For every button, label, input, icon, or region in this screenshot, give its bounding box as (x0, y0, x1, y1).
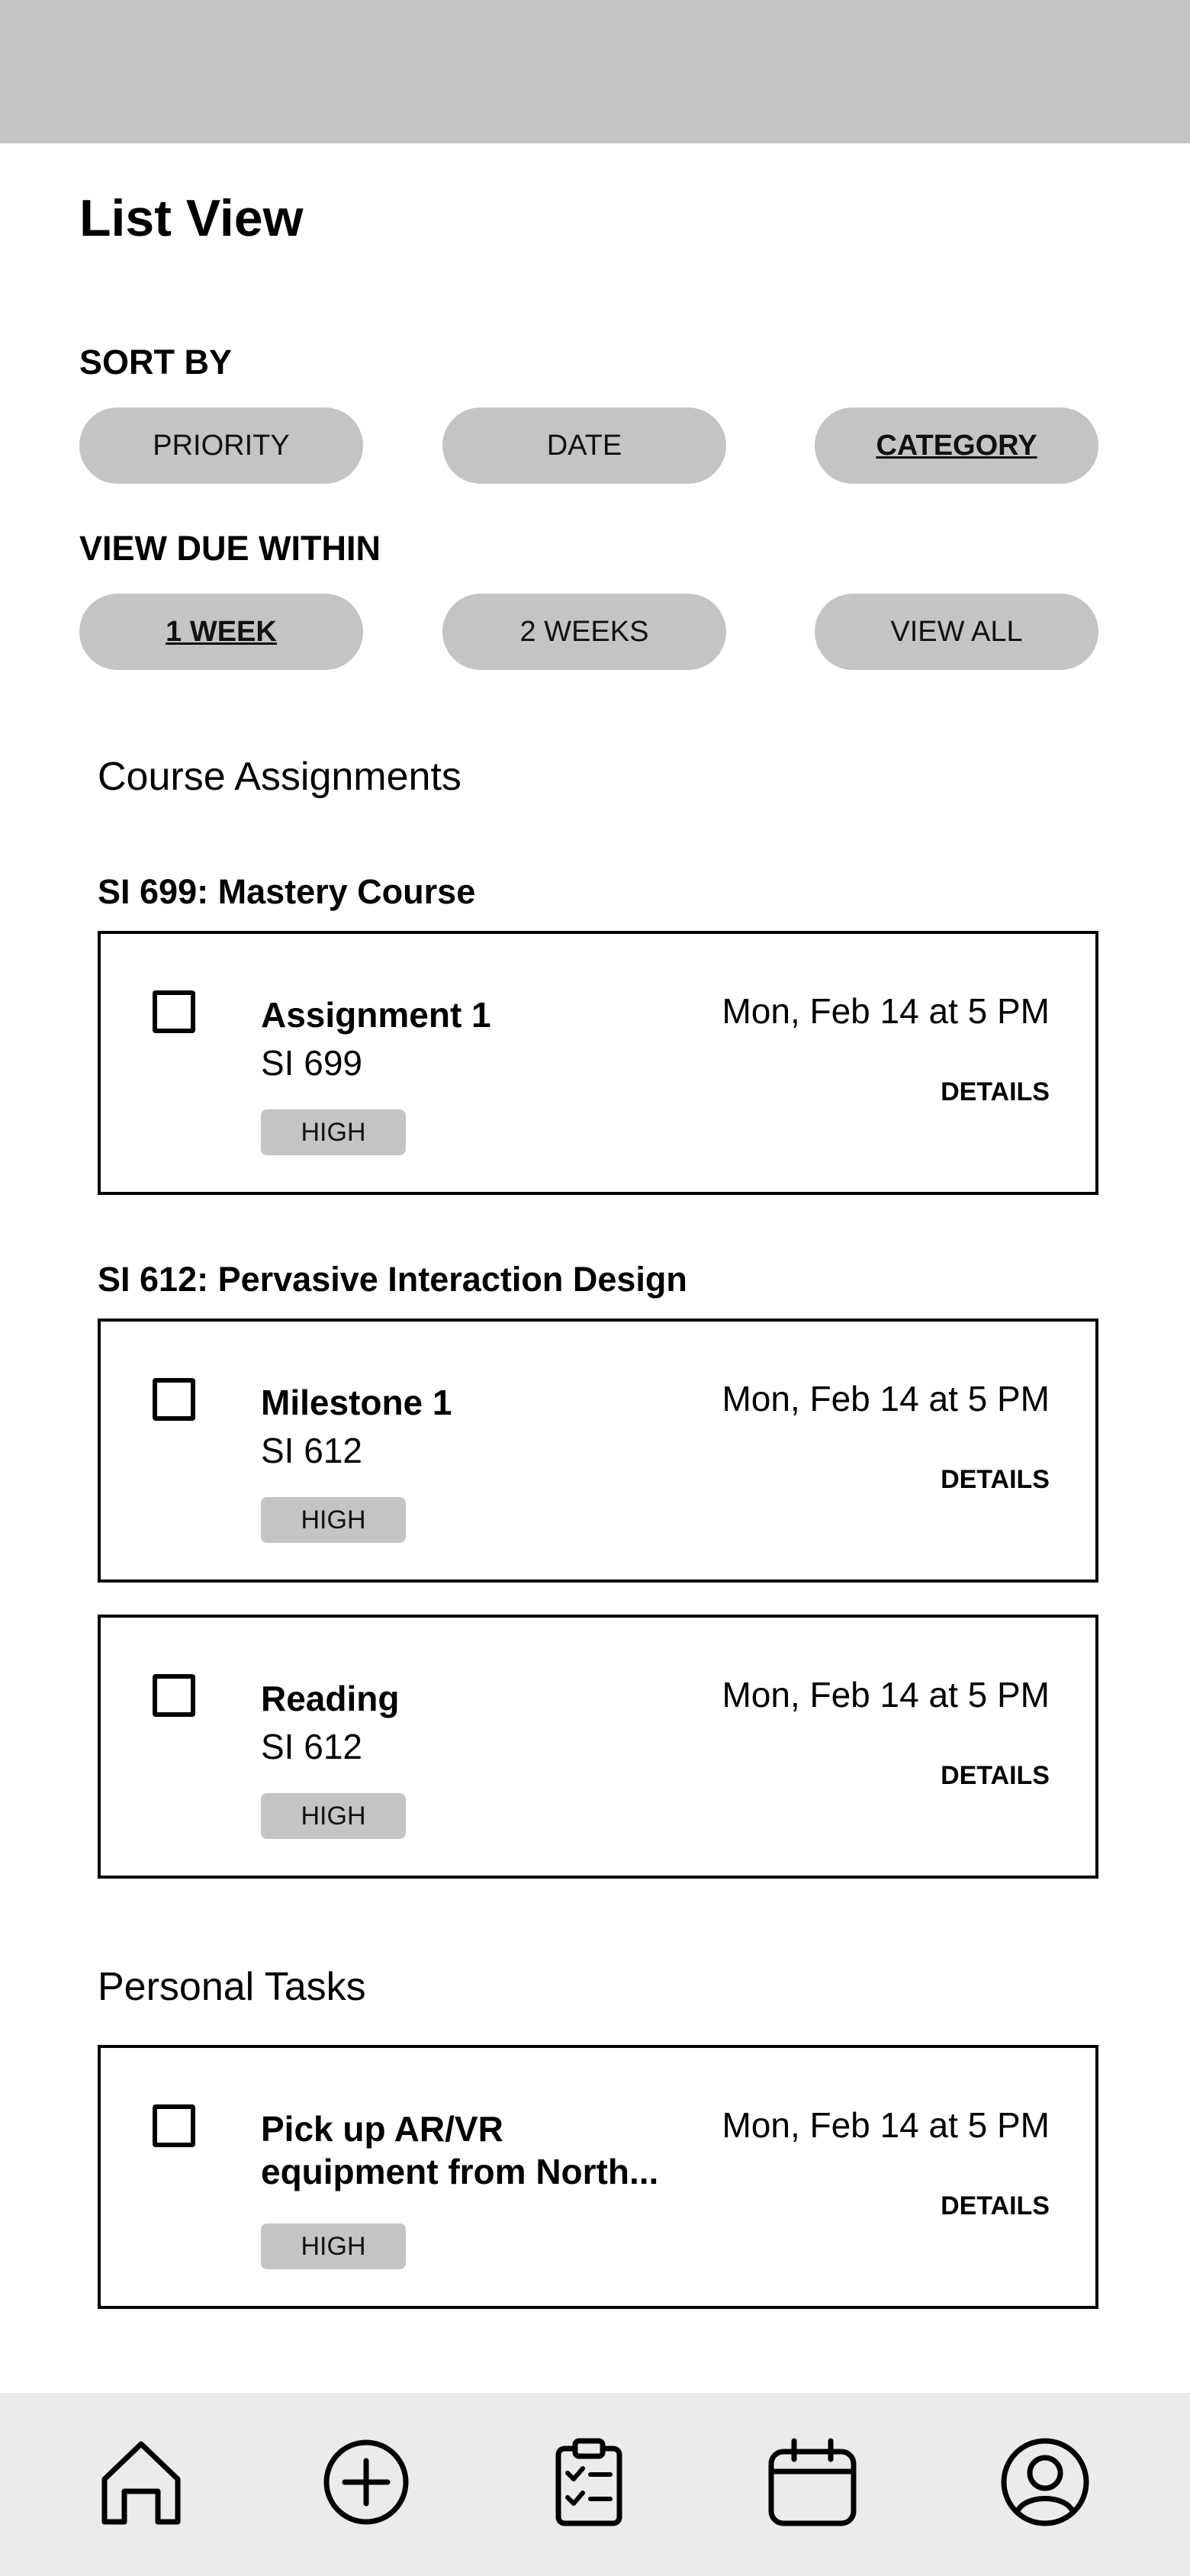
sort-category-button[interactable]: CATEGORY (815, 407, 1098, 484)
clipboard-checklist-icon (555, 2438, 622, 2526)
task-due-date: Mon, Feb 14 at 5 PM (722, 1379, 1050, 1418)
course-heading-si699: SI 699: Mastery Course (98, 872, 476, 911)
task-checkbox[interactable] (153, 990, 195, 1033)
home-icon (101, 2441, 181, 2525)
personal-tasks-heading: Personal Tasks (98, 1965, 366, 2009)
due-1-week-button[interactable]: 1 WEEK (79, 594, 363, 670)
nav-add-button[interactable] (317, 2433, 416, 2532)
task-course: SI 612 (261, 1431, 362, 1470)
task-title: Milestone 1 (261, 1383, 452, 1422)
task-due-date: Mon, Feb 14 at 5 PM (722, 1675, 1050, 1715)
task-card-reading: Reading SI 612 HIGH Mon, Feb 14 at 5 PM … (98, 1615, 1098, 1879)
task-details-link[interactable]: DETAILS (941, 1079, 1050, 1105)
task-card-milestone-1: Milestone 1 SI 612 HIGH Mon, Feb 14 at 5… (98, 1319, 1098, 1583)
status-bar (0, 0, 1190, 143)
task-due-date: Mon, Feb 14 at 5 PM (722, 991, 1050, 1031)
task-checkbox[interactable] (153, 1674, 195, 1717)
calendar-icon (768, 2438, 857, 2526)
nav-calendar-button[interactable] (763, 2433, 862, 2532)
task-details-link[interactable]: DETAILS (941, 2193, 1050, 2219)
task-card-assignment-1: Assignment 1 SI 699 HIGH Mon, Feb 14 at … (98, 931, 1098, 1195)
view-due-within-label: VIEW DUE WITHIN (79, 529, 381, 568)
course-assignments-heading: Course Assignments (98, 755, 462, 799)
priority-badge: HIGH (261, 1793, 406, 1839)
task-title: Reading (261, 1679, 400, 1718)
task-card-pick-up-equipment: Pick up AR/VR equipment from North... HI… (98, 2045, 1098, 2309)
page-title: List View (79, 189, 304, 247)
priority-badge: HIGH (261, 1497, 406, 1543)
task-checkbox[interactable] (153, 1378, 195, 1421)
sort-priority-button[interactable]: PRIORITY (79, 407, 363, 484)
course-heading-si612: SI 612: Pervasive Interaction Design (98, 1260, 687, 1299)
due-2-weeks-button[interactable]: 2 WEEKS (442, 594, 726, 670)
task-title: Pick up AR/VR equipment from North... (261, 2109, 659, 2191)
task-details-link[interactable]: DETAILS (941, 1763, 1050, 1789)
task-course: SI 699 (261, 1043, 362, 1083)
add-circle-icon (323, 2439, 409, 2525)
task-due-date: Mon, Feb 14 at 5 PM (722, 2105, 1050, 2145)
due-view-all-button[interactable]: VIEW ALL (815, 594, 1098, 670)
sort-by-label: SORT BY (79, 343, 233, 382)
nav-profile-button[interactable] (995, 2433, 1095, 2532)
user-profile-icon (1001, 2438, 1089, 2526)
nav-tasks-button[interactable] (539, 2433, 638, 2532)
task-details-link[interactable]: DETAILS (941, 1467, 1050, 1492)
task-course: SI 612 (261, 1727, 362, 1766)
bottom-nav-bar (0, 2393, 1190, 2576)
priority-badge: HIGH (261, 1109, 406, 1155)
task-title: Assignment 1 (261, 995, 491, 1035)
nav-home-button[interactable] (92, 2433, 191, 2532)
sort-date-button[interactable]: DATE (442, 407, 726, 484)
priority-badge: HIGH (261, 2223, 406, 2269)
task-checkbox[interactable] (153, 2104, 195, 2147)
